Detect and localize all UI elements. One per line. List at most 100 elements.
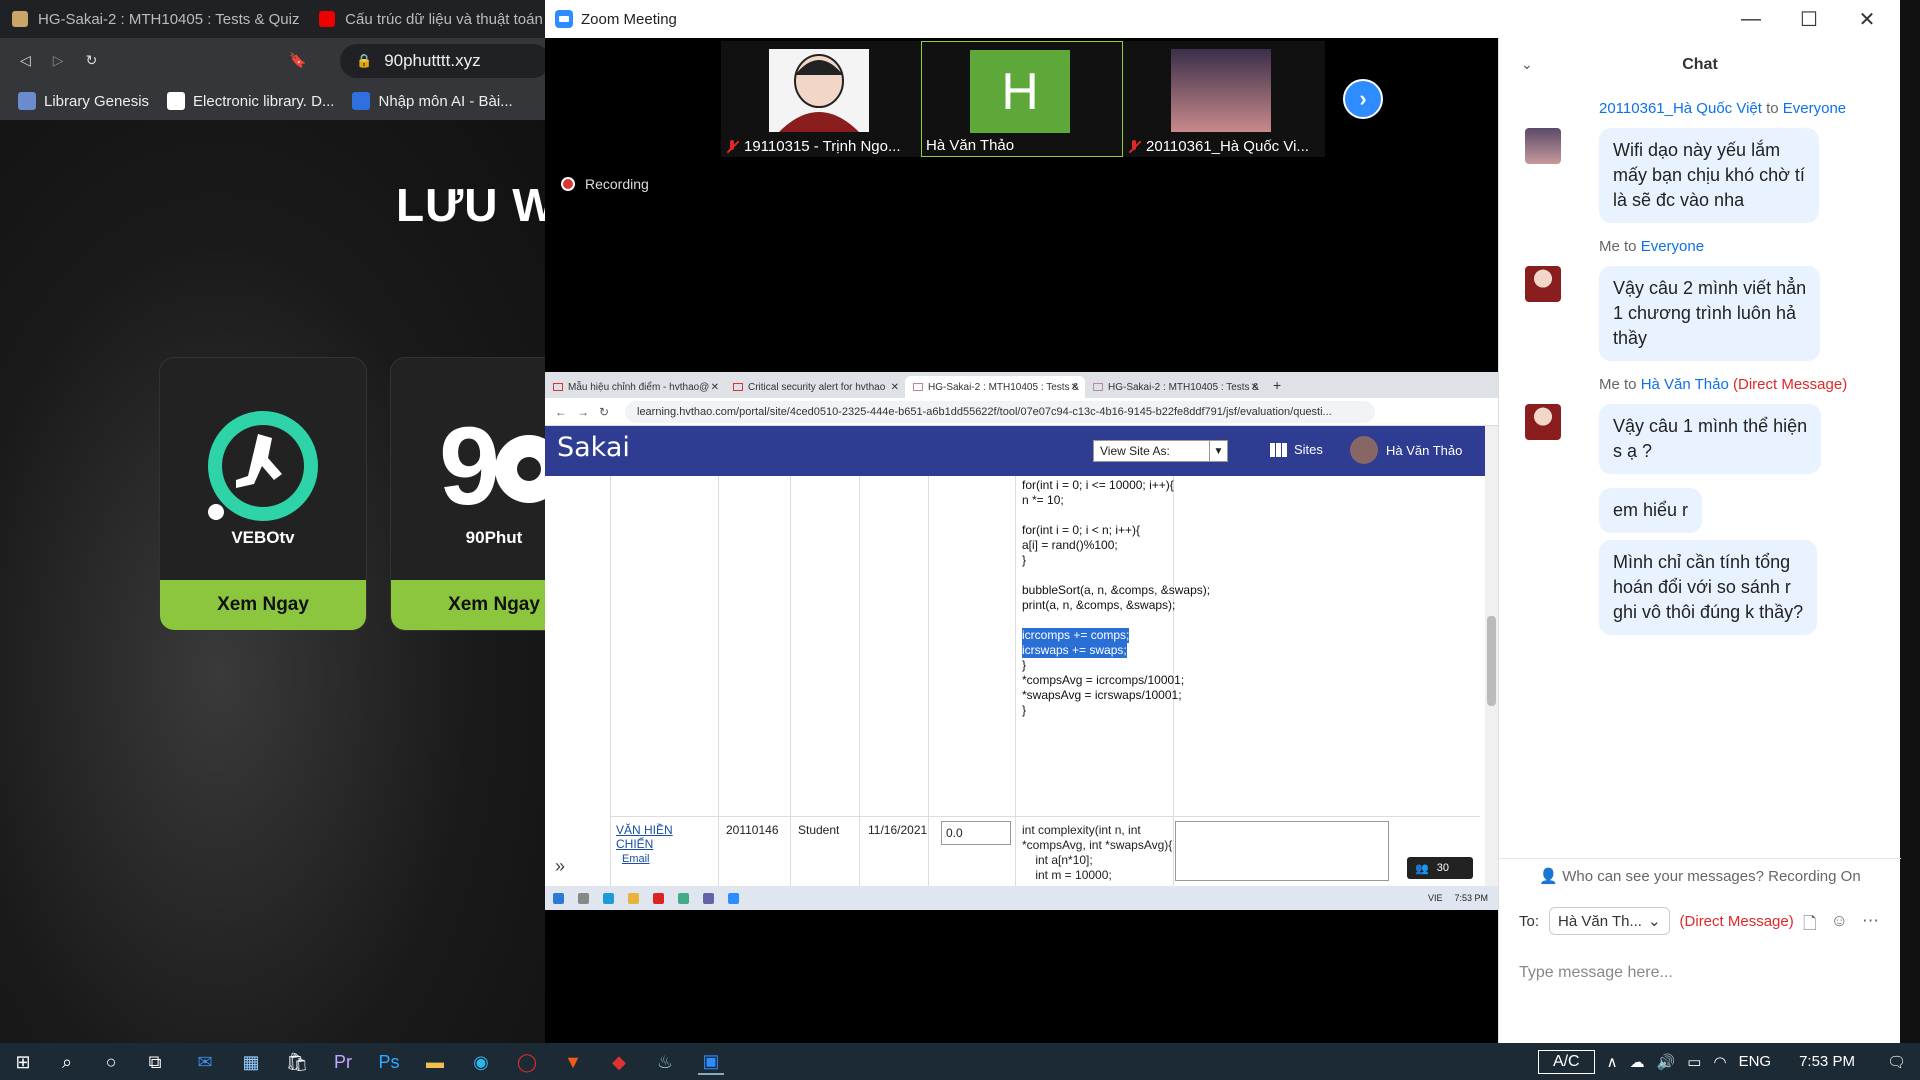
recipient-select[interactable]: Hà Văn Th... ⌄ bbox=[1549, 907, 1670, 935]
zoom-logo-icon bbox=[555, 10, 573, 28]
next-page-chevron-icon[interactable]: › bbox=[1343, 79, 1383, 119]
participant-avatar bbox=[769, 49, 869, 132]
close-button[interactable]: ✕ bbox=[1838, 0, 1896, 38]
mail-icon[interactable]: ✉ bbox=[192, 1049, 218, 1075]
participant-tile[interactable]: 19110315 - Trịnh Ngo... bbox=[721, 41, 923, 157]
zoom-taskbar-icon[interactable]: ▣ bbox=[698, 1049, 724, 1075]
edge-icon[interactable]: ◉ bbox=[468, 1049, 494, 1075]
back-icon[interactable]: ◁ bbox=[20, 52, 31, 69]
watch-now-button[interactable]: Xem Ngay bbox=[391, 580, 545, 630]
cloud-icon[interactable]: ☁ bbox=[1630, 1053, 1645, 1071]
windows-taskbar: ⊞ ⌕ ○ ⧉ ✉ ▦ 🛍 Pr Ps ▬ ◉ ◯ ▼ ◆ ♨ ▣ A/C ∧ … bbox=[0, 1043, 1920, 1080]
folder-icon bbox=[628, 892, 639, 904]
cortana-icon[interactable]: ○ bbox=[98, 1049, 124, 1075]
card-title: 90Phut bbox=[465, 528, 523, 547]
shared-tab-active: HG-Sakai-2 : MTH10405 : Tests & ✕ bbox=[905, 376, 1085, 398]
chat-tools: 🗋 ☺ ⋯ bbox=[1803, 911, 1879, 940]
code-line: print(a, n, &comps, &swaps); bbox=[1022, 598, 1176, 612]
bookmark-item[interactable]: Library Genesis bbox=[18, 92, 149, 110]
participant-count-badge: 👥 30 bbox=[1407, 857, 1473, 879]
sender-name: Me bbox=[1599, 238, 1620, 255]
shared-taskbar: VIE 7:53 PM bbox=[545, 886, 1498, 910]
volume-icon[interactable]: 🔊 bbox=[1657, 1053, 1676, 1071]
file-icon[interactable]: 🗋 bbox=[1803, 911, 1817, 940]
shared-tab-title: Mẫu hiệu chỉnh điểm - hvthao@ bbox=[568, 381, 710, 393]
bookmark-icon[interactable]: 🔖 bbox=[289, 52, 306, 69]
shared-browser-tabs: Mẫu hiệu chỉnh điểm - hvthao@ ✕ Critical … bbox=[545, 372, 1498, 398]
stream-card[interactable]: 9 90Phut Xem Ngay bbox=[391, 358, 545, 630]
teams-icon bbox=[703, 892, 714, 904]
code-line: icrcomps += comps; bbox=[1022, 628, 1130, 643]
bookmark-label: Nhập môn AI - Bài... bbox=[378, 92, 513, 110]
premiere-icon[interactable]: Pr bbox=[330, 1049, 356, 1075]
sender-name: Me bbox=[1599, 376, 1620, 393]
photoshop-icon[interactable]: Ps bbox=[376, 1049, 402, 1075]
shared-screen: Mẫu hiệu chỉnh điểm - hvthao@ ✕ Critical … bbox=[545, 372, 1498, 910]
bookmark-item[interactable]: Nhập môn AI - Bài... bbox=[352, 92, 513, 110]
direct-message-tag: (Direct Message) bbox=[1733, 376, 1848, 393]
task-view-icon[interactable]: ⧉ bbox=[142, 1049, 168, 1075]
gmail-icon bbox=[553, 383, 563, 391]
watch-now-button[interactable]: Xem Ngay bbox=[160, 580, 366, 630]
browser-tab[interactable]: Cấu trúc dữ liệu và thuật toán bbox=[307, 0, 545, 38]
direct-message-tag: (Direct Message) bbox=[1679, 912, 1794, 930]
browser-tab[interactable]: HG-Sakai-2 : MTH10405 : Tests & Quiz bbox=[0, 0, 307, 38]
card-title: VEBOtv bbox=[231, 528, 295, 547]
code-line: int m = 10000; bbox=[1022, 868, 1112, 882]
participant-name: 20110361_Hà Quốc Vi... bbox=[1146, 138, 1309, 155]
address-bar[interactable]: 🔒 90phutttt.xyz bbox=[340, 44, 545, 78]
game-icon[interactable]: ◆ bbox=[606, 1049, 632, 1075]
to-word: to bbox=[1624, 376, 1637, 393]
avatar bbox=[1525, 266, 1561, 302]
close-icon: ✕ bbox=[710, 381, 719, 393]
mic-muted-icon bbox=[725, 139, 739, 154]
brave-icon[interactable]: ▼ bbox=[560, 1049, 586, 1075]
code-line: for(int i = 0; i < n; i++){ bbox=[1022, 523, 1141, 537]
message-bubble: Vậy câu 1 mình thể hiện s ạ ? bbox=[1599, 404, 1822, 474]
opera-icon[interactable]: ◯ bbox=[514, 1049, 540, 1075]
sakai-logo-text: Sakai bbox=[557, 432, 630, 463]
new-tab-icon: + bbox=[1273, 377, 1282, 393]
calculator-icon[interactable]: ▦ bbox=[238, 1049, 264, 1075]
wifi-icon[interactable]: ◠ bbox=[1713, 1053, 1726, 1071]
zoom-title-bar: Zoom Meeting bbox=[545, 0, 1900, 38]
browser-tab-strip: HG-Sakai-2 : MTH10405 : Tests & Quiz Cấu… bbox=[0, 0, 545, 38]
participant-tile[interactable]: 20110361_Hà Quốc Vi... bbox=[1123, 41, 1325, 157]
forward-icon[interactable]: ▷ bbox=[53, 52, 64, 69]
maximize-button[interactable]: ☐ bbox=[1780, 0, 1838, 38]
who-can-see-link[interactable]: 👤 Who can see your messages? Recording O… bbox=[1499, 867, 1901, 885]
folder-icon[interactable]: ▬ bbox=[422, 1049, 448, 1075]
notification-icon[interactable]: 🗨 bbox=[1887, 1053, 1906, 1071]
ac-indicator[interactable]: A/C bbox=[1537, 1049, 1595, 1074]
language-indicator[interactable]: ENG bbox=[1739, 1053, 1772, 1070]
bookmark-item[interactable]: Electronic library. D... bbox=[167, 92, 334, 110]
message-meta: 20110361_Hà Quốc Việt to Everyone bbox=[1599, 100, 1846, 117]
store-icon[interactable]: 🛍 bbox=[284, 1049, 310, 1075]
avatar bbox=[1525, 404, 1561, 440]
windows-start-icon bbox=[553, 892, 564, 904]
search-icon[interactable]: ⌕ bbox=[54, 1049, 80, 1075]
chevron-up-icon[interactable]: ∧ bbox=[1607, 1053, 1618, 1071]
shared-url-bar: learning.hvthao.com/portal/site/4ced0510… bbox=[625, 401, 1375, 423]
emoji-icon[interactable]: ☺ bbox=[1831, 911, 1848, 940]
close-icon: ✕ bbox=[1070, 381, 1079, 393]
to-label: To: bbox=[1519, 912, 1540, 930]
grid-icon bbox=[1270, 442, 1288, 457]
student-answer-code: for(int i = 0; i <= 10000; i++){n *= 10;… bbox=[1022, 478, 1210, 718]
windows-start-icon[interactable]: ⊞ bbox=[10, 1049, 36, 1075]
minimize-button[interactable]: — bbox=[1722, 0, 1780, 38]
sakai-header: Sakai View Site As: ▼ Sites Hà Văn Thảo bbox=[545, 426, 1485, 476]
participant-avatar: H bbox=[970, 50, 1070, 133]
steam-icon[interactable]: ♨ bbox=[652, 1049, 678, 1075]
system-tray: A/C ∧ ☁ 🔊 ▭ ◠ ENG 7:53 PM 🗨 bbox=[1537, 1043, 1920, 1080]
battery-icon[interactable]: ▭ bbox=[1687, 1053, 1701, 1071]
dropbox-icon bbox=[352, 92, 371, 110]
recipient-value: Hà Văn Th... bbox=[1558, 912, 1642, 930]
recipient-name: Everyone bbox=[1782, 100, 1847, 117]
reload-icon[interactable]: ↻ bbox=[86, 52, 98, 69]
more-icon[interactable]: ⋯ bbox=[1862, 911, 1879, 940]
participant-tile[interactable]: H Hà Văn Thảo bbox=[921, 41, 1123, 157]
chat-message-input[interactable] bbox=[1519, 943, 1879, 1003]
stream-card[interactable]: VEBOtv Xem Ngay bbox=[160, 358, 366, 630]
clock[interactable]: 7:53 PM bbox=[1799, 1053, 1855, 1070]
